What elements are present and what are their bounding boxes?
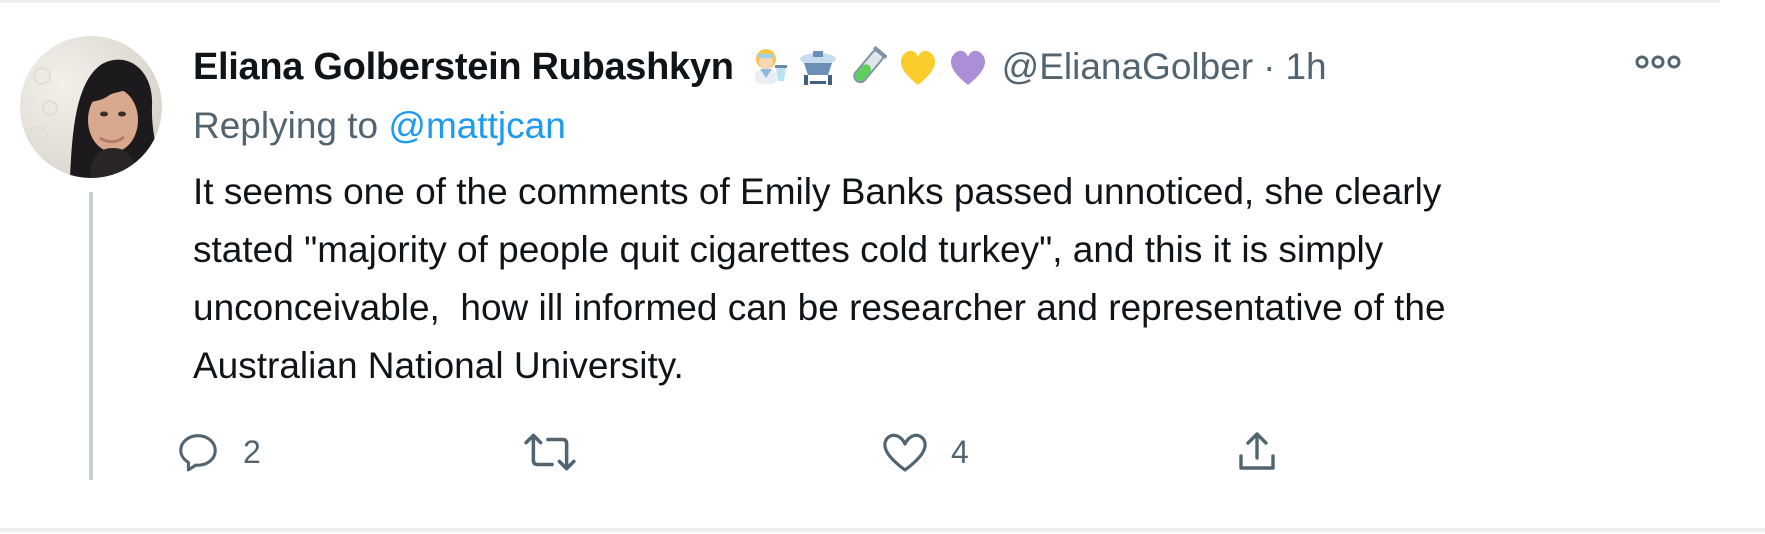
like-icon [883,433,927,472]
retweet-icon [524,433,576,471]
reply-button[interactable]: 2 [175,422,261,482]
top-divider [0,0,1720,3]
woman-scientist-icon [754,49,787,84]
separator-dot: · [1263,46,1276,87]
share-icon [1239,432,1275,470]
reply-icon [179,434,217,472]
like-button[interactable]: 4 [881,422,969,482]
tweet-card[interactable]: Eliana Golberstein Rubashkyn @ElianaGolb… [0,0,1765,534]
test-tube-icon [852,46,887,84]
alembic-icon [799,51,836,85]
replying-mention-link[interactable]: @mattjcan [388,105,565,146]
reply-count: 2 [243,433,261,470]
purple-heart-icon [950,50,985,85]
name-emojis [746,45,990,89]
author-handle[interactable]: @ElianaGolber [1002,46,1253,88]
bottom-divider [0,528,1765,532]
tweet-text-line: Australian National University. [193,345,684,386]
more-dots-icon [1635,55,1681,69]
tweet-text-line: unconceivable, how ill informed can be r… [193,287,1446,328]
more-button[interactable] [1628,44,1688,80]
replying-prefix: Replying to [193,105,379,146]
author-name[interactable]: Eliana Golberstein Rubashkyn [193,46,734,89]
tweet-text-line: stated "majority of people quit cigarett… [193,229,1384,270]
tweet-text-line: It seems one of the comments of Emily Ba… [193,171,1442,212]
replying-to: Replying to @mattjcan [193,105,566,147]
timestamp[interactable]: 1h [1285,46,1326,88]
avatar-photo [20,36,162,178]
tweet-header: Eliana Golberstein Rubashkyn @ElianaGolb… [193,38,1327,96]
share-button[interactable] [1233,422,1303,482]
thread-line [89,192,93,480]
tweet-text: It seems one of the comments of Emily Ba… [193,163,1713,395]
avatar[interactable] [20,36,162,178]
retweet-button[interactable] [523,422,599,482]
like-count: 4 [951,433,969,470]
yellow-heart-icon [900,50,935,85]
action-bar: 2 4 [179,422,1693,482]
